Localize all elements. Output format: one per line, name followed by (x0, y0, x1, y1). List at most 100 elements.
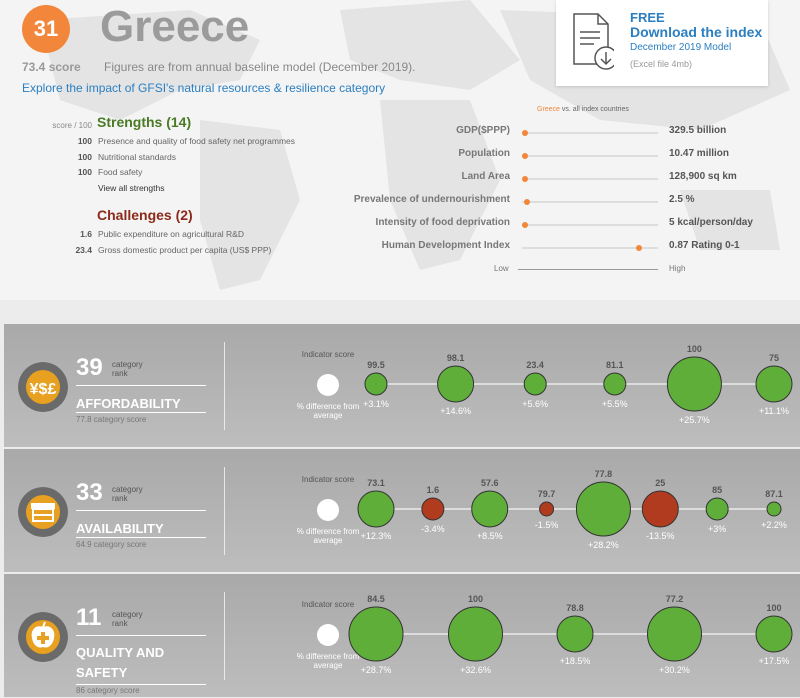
bubble-pct-diff: +12.3% (361, 531, 392, 541)
indicator-bubble[interactable] (348, 606, 404, 662)
bubble-pct-diff: -1.5% (535, 520, 559, 530)
download-model: December 2019 Model (630, 42, 732, 53)
bubble-pct-diff: -3.4% (421, 524, 445, 534)
indicator-bubble[interactable] (421, 497, 445, 521)
indicator-bubble[interactable] (437, 365, 475, 403)
indicator-track (522, 132, 658, 134)
strengths-heading: Strengths (14) (97, 114, 192, 130)
indicator-bubble[interactable] (755, 365, 793, 403)
indicator-bubble[interactable] (357, 490, 395, 528)
scale-high-label: High (669, 264, 686, 273)
indicator-marker (635, 245, 642, 251)
bubble-score: 75 (769, 353, 779, 363)
category-panel[interactable]: 11 category rank QUALITY AND SAFETY 86 cate… (4, 574, 800, 697)
strength-item: 100 Presence and quality of food safety n… (77, 136, 296, 146)
bubble-pct-diff: -13.5% (646, 531, 675, 541)
indicator-bubble[interactable] (755, 615, 793, 653)
bubble-score: 85 (712, 485, 722, 495)
indicator-bubble[interactable] (766, 501, 782, 517)
bubble-pct-diff: +5.6% (522, 399, 548, 409)
bubble-pct-diff: +14.6% (440, 406, 471, 416)
bubble-score: 79.7 (538, 489, 556, 499)
category-panel[interactable]: ¥$£ 39 category rank AFFORDABILITY 77.8 cate… (4, 324, 800, 447)
bubble-score: 73.1 (367, 478, 385, 488)
bubble-score: 99.5 (367, 360, 385, 370)
bubble-pct-diff: +28.7% (361, 665, 392, 675)
indicator-bubble[interactable] (556, 615, 594, 653)
indicator-marker (521, 130, 528, 136)
indicator-bubble[interactable] (448, 606, 503, 662)
challenge-item: 23.4 Gross domestic product per capita (U… (75, 245, 272, 255)
indicator-bubble[interactable] (603, 372, 627, 396)
country-summary: 31 Greece 73.4 score Figures are from an… (0, 0, 800, 300)
indicator-marker (521, 176, 528, 182)
indicator-bubble[interactable] (539, 501, 555, 517)
indicator-label: Human Development Index (381, 240, 510, 251)
bubble-pct-diff: +3% (708, 524, 726, 534)
indicator-track (522, 178, 658, 180)
bubble-pct-diff: +2.2% (761, 520, 787, 530)
rank-badge: 31 (22, 5, 70, 53)
indicator-value: 2.5 % (669, 194, 695, 205)
indicator-value: 5 kcal/person/day (669, 217, 753, 228)
indicator-bubble[interactable] (647, 606, 702, 662)
indicator-bubble[interactable] (641, 490, 679, 528)
indicator-track (522, 155, 658, 157)
bubble-score: 100 (766, 603, 781, 613)
bubble-score: 100 (687, 344, 702, 354)
strength-item: 100 Nutritional standards (77, 152, 176, 162)
bubble-pct-diff: +17.5% (759, 656, 790, 666)
bubble-pct-diff: +25.7% (679, 415, 710, 425)
bubble-score: 81.1 (606, 360, 624, 370)
score-per-100-label: score / 100 (52, 121, 92, 130)
indicator-value: 10.47 million (669, 148, 730, 159)
scale-low-label: Low (494, 264, 509, 273)
indicator-bubble[interactable] (705, 497, 729, 521)
bubble-pct-diff: +30.2% (659, 665, 690, 675)
download-index-card[interactable]: FREE Download the index December 2019 Mo… (556, 0, 768, 86)
download-file-info: (Excel file 4mb) (630, 59, 693, 69)
indicator-label: Intensity of food deprivation (375, 217, 510, 228)
indicator-track (522, 201, 658, 203)
indicator-bubble[interactable] (523, 372, 547, 396)
challenges-heading: Challenges (2) (97, 207, 193, 223)
indicator-value: 0.87 Rating 0-1 (669, 240, 740, 251)
indicator-bubble-row: 99.5 +3.1% 98.1 +14.6% 23.4 +5.6% 81.1 +5.5% 100… (363, 344, 793, 425)
bubble-score: 77.2 (666, 594, 684, 604)
overall-score: 73.4 score (22, 60, 81, 74)
bubble-score: 77.8 (595, 469, 613, 479)
bubble-pct-diff: +18.5% (560, 656, 591, 666)
indicator-bubble[interactable] (471, 490, 509, 528)
document-download-icon (573, 13, 614, 70)
bubble-score: 87.1 (765, 489, 783, 499)
bubble-score: 98.1 (447, 353, 465, 363)
bubble-score: 23.4 (526, 360, 544, 370)
indicator-value: 329.5 billion (669, 125, 727, 136)
bubble-pct-diff: +5.5% (602, 399, 628, 409)
explore-link[interactable]: Explore the impact of GFSI's natural res… (22, 81, 385, 95)
view-all-strengths-link[interactable]: View all strengths (98, 183, 164, 193)
indicator-label: Land Area (461, 171, 510, 182)
bubble-score: 1.6 (427, 485, 440, 495)
bubble-score: 78.8 (566, 603, 584, 613)
bubble-score: 25 (655, 478, 665, 488)
bubble-pct-diff: +3.1% (363, 399, 389, 409)
scale-line (518, 269, 658, 270)
download-title[interactable]: Download the index (630, 24, 762, 40)
bubble-score: 100 (468, 594, 483, 604)
indicator-value: 128,900 sq km (669, 171, 737, 182)
indicator-bubble-row: 73.1 +12.3% 1.6 -3.4% 57.6 +8.5% 79.7 -1.5% 77.8… (357, 469, 787, 550)
indicator-bubble[interactable] (364, 372, 388, 396)
bubble-score: 57.6 (481, 478, 499, 488)
indicator-legend: Greece vs. all index countries (537, 106, 629, 113)
bubble-pct-diff: +11.1% (759, 406, 789, 416)
indicator-marker (521, 153, 528, 159)
download-free-label: FREE (630, 10, 665, 25)
indicator-bubble[interactable] (666, 356, 722, 412)
bubble-pct-diff: +32.6% (460, 665, 491, 675)
category-panel[interactable]: 33 category rank AVAILABILITY 64.9 category… (4, 449, 800, 572)
bubble-pct-diff: +8.5% (477, 531, 503, 541)
indicator-bubble[interactable] (575, 481, 631, 537)
challenge-item: 1.6 Public expenditure on agricultural R&… (80, 229, 244, 239)
bubble-pct-diff: +28.2% (588, 540, 619, 550)
